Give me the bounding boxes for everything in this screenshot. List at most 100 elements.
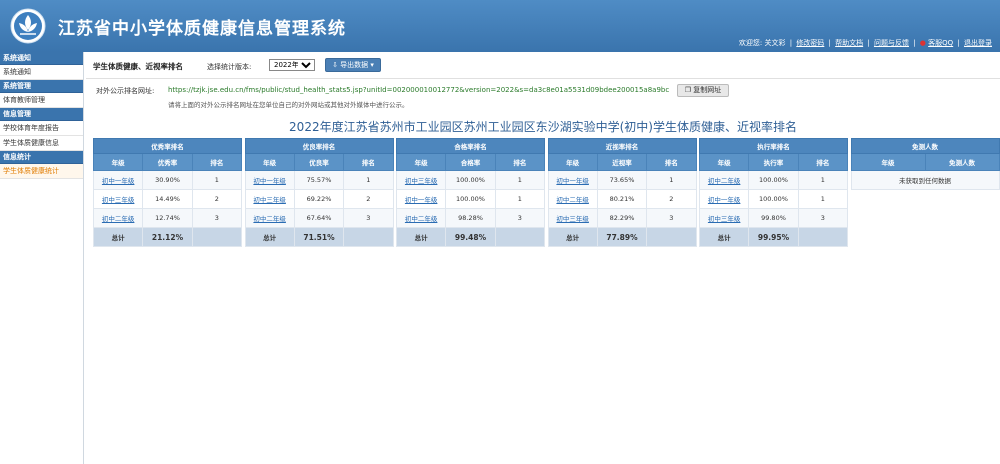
table-row: 初中三年级 82.29% 3 [547,208,697,228]
grade-link[interactable]: 初中二年级 [556,196,589,204]
empty-row: 未获取到任何数据 [850,170,1000,190]
grade-link[interactable]: 初中一年级 [102,177,135,185]
main-content: 学生体质健康、近视率排名 选择统计版本: 2022年度 ⇩ 导出数据 ▾ 对外公… [86,52,1000,464]
rank-table: 近视率排名 年级 近视率 排名 初中一年级 73.65% 1 初中二年级 80.21% 2 初中三年… [547,138,697,247]
public-url-row: 对外公示排名网址: https://tzjk.jse.edu.cn/fms/pu… [96,84,996,98]
rate-cell: 12.74% [142,208,193,228]
table-row: 初中一年级 73.65% 1 [547,170,697,190]
copy-icon: ❐ [684,86,692,94]
column-header: 近视率 [596,153,648,171]
help-docs-link[interactable]: 帮助文档 [835,39,863,47]
version-select[interactable]: 2022年度 [269,59,315,71]
table-row: 初中二年级 12.74% 3 [92,208,243,228]
export-button[interactable]: ⇩ 导出数据 ▾ [325,58,381,72]
grade-link[interactable]: 初中一年级 [708,196,741,204]
sidebar-item-notice[interactable]: 系统通知 [0,65,83,80]
grade-link[interactable]: 初中二年级 [253,215,286,223]
rate-cell: 99.80% [748,208,799,228]
grade-link[interactable]: 初中二年级 [102,215,135,223]
total-label: 总计 [547,227,598,247]
sidebar-group-stats[interactable]: 信息统计 [0,151,83,164]
public-url-value[interactable]: https://tzjk.jse.edu.cn/fms/public/stud_… [168,86,669,94]
table-caption: 合格率排名 [396,138,545,154]
sidebar-group-notice[interactable]: 系统通知 [0,52,83,65]
sidebar-item-annual-report[interactable]: 学校体育年度报告 [0,121,83,136]
table-row: 初中二年级 67.64% 3 [244,208,394,228]
table-row: 初中一年级 30.90% 1 [92,170,243,190]
total-value: 21.12% [142,227,193,247]
column-header: 合格率 [445,153,496,171]
grade-link[interactable]: 初中二年级 [405,215,438,223]
grade-link[interactable]: 初中三年级 [253,196,286,204]
table-row: 初中一年级 100.00% 1 [395,189,546,209]
total-label: 总计 [395,227,447,247]
version-label: 选择统计版本: [207,63,252,71]
user-bar: 欢迎您: 关文彩 | 修改密码 | 帮助文档 | 问题与反馈 | ● 客服QQ … [738,39,992,47]
public-url-label: 对外公示排名网址: [96,87,155,95]
app-title: 江苏省中小学体质健康信息管理系统 [58,19,346,39]
sidebar-item-health-info[interactable]: 学生体质健康信息 [0,136,83,151]
grade-link[interactable]: 初中一年级 [405,196,438,204]
sidebar-item-teachers[interactable]: 体育教师管理 [0,93,83,108]
column-header: 年级 [244,153,295,171]
total-row: 总计 21.12% [92,227,243,247]
rank-cell: 3 [797,208,849,228]
rate-cell: 75.57% [293,170,345,190]
qq-icon: ● [919,39,926,47]
grade-link[interactable]: 初中三年级 [556,215,589,223]
feedback-link[interactable]: 问题与反馈 [874,39,909,47]
rate-cell: 100.00% [445,170,496,190]
app-header: 江苏省中小学体质健康信息管理系统 欢迎您: 关文彩 | 修改密码 | 帮助文档 … [0,0,1000,52]
sidebar: 系统通知 系统通知 系统管理 体育教师管理 信息管理 学校体育年度报告 学生体质… [0,52,84,464]
sidebar-item-health-stats[interactable]: 学生体质健康统计 [0,164,83,179]
exempt-table: 免测人数 年级 免测人数 未获取到任何数据 [850,138,1000,190]
page-heading: 学生体质健康、近视率排名 [93,62,183,71]
grade-link[interactable]: 初中二年级 [708,177,741,185]
rank-cell: 1 [494,170,546,190]
rank-cell: 3 [494,208,546,228]
total-value: 71.51% [293,227,345,247]
column-header: 排名 [646,153,697,171]
sidebar-group-info[interactable]: 信息管理 [0,108,83,121]
divider [86,78,1000,79]
logout-link[interactable]: 退出登录 [964,39,992,47]
column-header: 年级 [850,153,926,171]
rank-cell: 1 [797,170,849,190]
grade-link[interactable]: 初中一年级 [556,177,589,185]
rank-cell: 3 [646,208,697,228]
total-row: 总计 99.95% [698,227,849,247]
table-row: 初中二年级 100.00% 1 [698,170,849,190]
rank-cell: 1 [797,189,849,209]
total-value: 77.89% [596,227,648,247]
public-url-hint: 请将上面的对外公示排名网址在您单位自己的对外网站或其他对外媒体中进行公示。 [168,101,409,109]
grade-link[interactable]: 初中三年级 [708,215,741,223]
rank-cell: 2 [191,189,243,209]
rank-cell: 2 [343,189,394,209]
change-password-link[interactable]: 修改密码 [796,39,824,47]
rank-cell: 3 [343,208,394,228]
total-label: 总计 [92,227,144,247]
rate-cell: 82.29% [596,208,648,228]
grade-link[interactable]: 初中三年级 [102,196,135,204]
ranking-tables: 优秀率排名 年级 优秀率 排名 初中一年级 30.90% 1 初中三年级 14.49% 2 初中二年… [92,138,1000,258]
grade-link[interactable]: 初中三年级 [405,177,438,185]
column-header: 免测人数 [924,153,1000,171]
rank-cell: 1 [343,170,394,190]
download-icon: ⇩ [332,61,338,69]
table-caption: 近视率排名 [547,138,697,154]
grade-link[interactable]: 初中一年级 [253,177,286,185]
column-header: 排名 [343,153,394,171]
table-caption: 执行率排名 [699,138,848,154]
table-row: 初中三年级 14.49% 2 [92,189,243,209]
rank-table: 执行率排名 年级 执行率 排名 初中二年级 100.00% 1 初中一年级 100.00% 1 初中… [698,138,849,247]
table-row: 初中三年级 99.80% 3 [698,208,849,228]
rank-cell: 1 [494,189,546,209]
service-qq-link[interactable]: 客服QQ [928,39,953,47]
column-header: 排名 [797,153,849,171]
sidebar-group-system[interactable]: 系统管理 [0,80,83,93]
toolbar: 学生体质健康、近视率排名 选择统计版本: 2022年度 ⇩ 导出数据 ▾ [93,56,993,74]
table-row: 初中二年级 80.21% 2 [547,189,697,209]
copy-url-button[interactable]: ❐ 复制网址 [677,84,729,97]
rate-cell: 67.64% [293,208,345,228]
total-row: 总计 77.89% [547,227,697,247]
